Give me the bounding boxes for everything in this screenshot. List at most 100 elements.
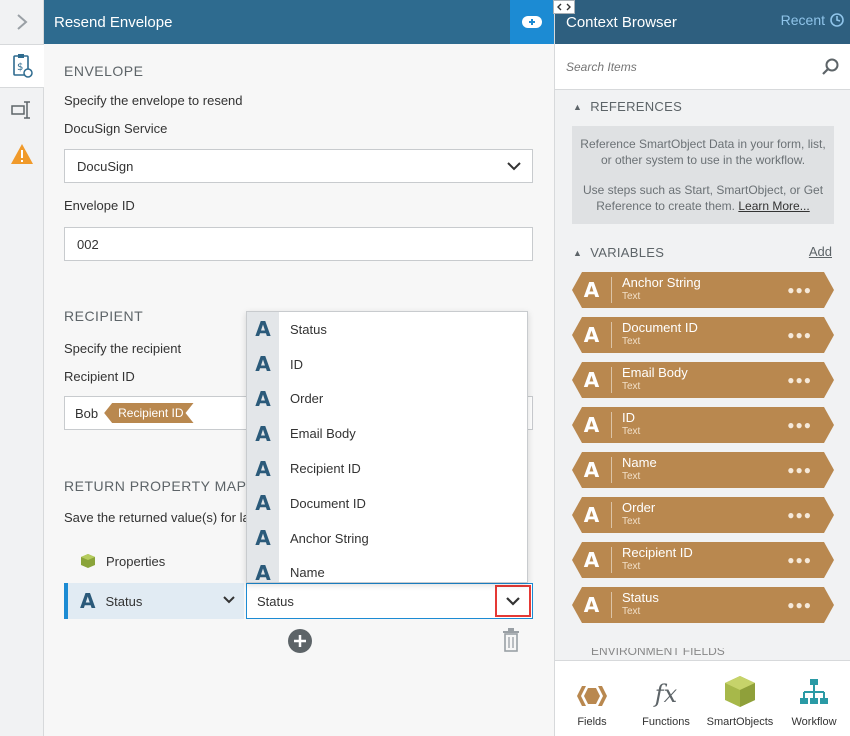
learn-more-link[interactable]: Learn More... <box>738 199 809 213</box>
chevron-down-icon[interactable] <box>506 158 522 177</box>
chevron-down-icon <box>506 597 520 606</box>
variable-dropdown-list: A Status A ID A Order A Email Body A Recipien… <box>246 311 528 583</box>
add-mapping-button[interactable] <box>288 629 312 656</box>
references-title: REFERENCES <box>590 99 683 114</box>
target-variable-value: Status <box>257 593 294 609</box>
recipient-id-token[interactable]: Recipient ID <box>104 403 193 423</box>
variable-item[interactable]: A Name Text ●●● <box>572 452 834 488</box>
clock-icon <box>830 13 844 27</box>
collapse-triangle-icon: ▲ <box>573 247 583 258</box>
text-type-icon: A <box>572 277 612 303</box>
target-variable-input[interactable]: Status <box>246 583 533 619</box>
add-variable-link[interactable]: Add <box>809 244 832 259</box>
smartobjects-icon <box>725 676 755 707</box>
text-type-icon: A <box>572 322 612 348</box>
docusign-service-select[interactable]: DocuSign <box>64 149 533 183</box>
recipient-id-label: Recipient ID <box>64 369 135 384</box>
dropdown-item[interactable]: A Document ID <box>247 485 527 521</box>
source-property-select[interactable]: A Status <box>64 583 244 619</box>
input-mapping-icon[interactable] <box>0 88 44 132</box>
functions-icon: fx <box>654 680 678 708</box>
text-type-icon: A <box>572 547 612 573</box>
text-type-icon: A <box>247 416 279 452</box>
variable-item[interactable]: A Anchor String Text ●●● <box>572 272 834 308</box>
variable-name: Order <box>622 500 656 515</box>
warning-icon[interactable] <box>0 132 44 176</box>
dropdown-item[interactable]: A Recipient ID <box>247 451 527 486</box>
properties-label: Properties <box>106 553 166 569</box>
trash-icon[interactable] <box>502 628 520 655</box>
toggle-context-browser-button[interactable] <box>510 0 554 44</box>
svg-text:$: $ <box>17 62 23 73</box>
panel-header: Resend Envelope <box>44 0 554 44</box>
text-type-icon: A <box>247 555 279 582</box>
environment-fields-section-header[interactable]: ENVIRONMENT FIELDS <box>555 648 850 660</box>
envelope-id-value: 002 <box>77 236 99 252</box>
workflow-icon <box>800 679 828 704</box>
tab-workflow[interactable]: Workflow <box>777 661 850 736</box>
envelope-section-title: ENVELOPE <box>64 63 144 79</box>
tab-functions[interactable]: fx Functions <box>629 661 703 736</box>
chevron-down-icon[interactable] <box>222 593 236 610</box>
dropdown-item[interactable]: A Name <box>247 555 527 582</box>
more-options-icon[interactable]: ●●● <box>787 373 812 387</box>
recipient-id-prefix: Bob <box>75 405 99 421</box>
search-bar <box>555 44 850 90</box>
envelope-description: Specify the envelope to resend <box>64 93 243 108</box>
collapse-triangle-icon: ▲ <box>573 101 583 112</box>
variable-item[interactable]: A Recipient ID Text ●●● <box>572 542 834 578</box>
step-properties-icon[interactable]: $ <box>0 44 45 88</box>
search-input[interactable] <box>566 59 786 74</box>
tab-fields[interactable]: Fields <box>555 661 629 736</box>
dropdown-item[interactable]: A Email Body <box>247 416 527 452</box>
variables-section-header[interactable]: ▲ VARIABLES <box>573 245 664 260</box>
more-options-icon[interactable]: ●●● <box>787 508 812 522</box>
variable-type: Text <box>622 471 641 482</box>
variable-item[interactable]: A ID Text ●●● <box>572 407 834 443</box>
variable-item[interactable]: A Order Text ●●● <box>572 497 834 533</box>
tab-workflow-label: Workflow <box>791 716 837 728</box>
variable-type: Text <box>622 291 641 302</box>
dropdown-item[interactable]: A Status <box>247 312 527 347</box>
more-options-icon[interactable]: ●●● <box>787 418 812 432</box>
envelope-id-label: Envelope ID <box>64 198 135 213</box>
left-rail: $ <box>0 0 45 736</box>
search-icon[interactable] <box>822 58 840 79</box>
variable-name: Document ID <box>622 320 698 335</box>
variable-name: Name <box>622 455 657 470</box>
variable-item[interactable]: A Email Body Text ●●● <box>572 362 834 398</box>
more-options-icon[interactable]: ●●● <box>787 463 812 477</box>
recent-label: Recent <box>780 12 825 28</box>
dropdown-toggle-button[interactable] <box>495 585 531 617</box>
variable-item[interactable]: A Document ID Text ●●● <box>572 317 834 353</box>
variable-type: Text <box>622 336 641 347</box>
panel-title: Resend Envelope <box>54 13 173 31</box>
more-options-icon[interactable]: ●●● <box>787 598 812 612</box>
dropdown-item[interactable]: A Anchor String <box>247 520 527 556</box>
source-property-label: Status <box>105 593 143 609</box>
tab-smartobjects[interactable]: SmartObjects <box>703 661 777 736</box>
context-browser-title: Context Browser <box>566 13 677 31</box>
more-options-icon[interactable]: ●●● <box>787 328 812 342</box>
text-type-icon: A <box>572 412 612 438</box>
variable-name: Anchor String <box>622 275 701 290</box>
more-options-icon[interactable]: ●●● <box>787 553 812 567</box>
dropdown-item[interactable]: A ID <box>247 346 527 382</box>
variable-name: Recipient ID <box>622 545 693 560</box>
variable-type: Text <box>622 561 641 572</box>
tab-fields-label: Fields <box>577 716 607 728</box>
references-section-header[interactable]: ▲ REFERENCES <box>573 99 682 114</box>
more-options-icon[interactable]: ●●● <box>787 283 812 297</box>
panel-resize-handle[interactable] <box>553 0 575 14</box>
tab-functions-label: Functions <box>642 716 690 728</box>
envelope-id-input[interactable]: 002 <box>64 227 533 261</box>
variable-name: ID <box>622 410 635 425</box>
recent-button[interactable]: Recent <box>781 12 844 28</box>
dropdown-item[interactable]: A Order <box>247 381 527 417</box>
docusign-service-label: DocuSign Service <box>64 121 168 136</box>
variable-item[interactable]: A Status Text ●●● <box>572 587 834 623</box>
return-mapping-section-title: RETURN PROPERTY MAPPIN <box>64 478 272 494</box>
text-type-icon: A <box>247 346 279 382</box>
expand-icon[interactable] <box>0 0 43 44</box>
recipient-description: Specify the recipient <box>64 341 182 356</box>
